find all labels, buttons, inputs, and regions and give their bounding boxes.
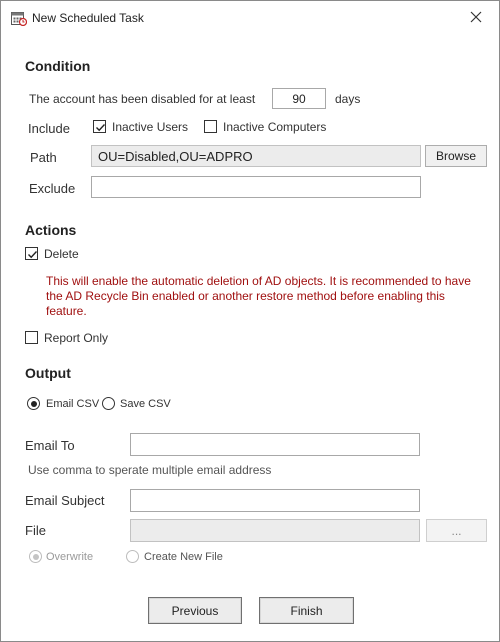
delete-warning-text: This will enable the automatic deletion … [46, 274, 471, 318]
overwrite-radio[interactable] [29, 550, 42, 563]
exclude-field[interactable] [91, 176, 421, 198]
create-new-file-radio[interactable] [126, 550, 139, 563]
report-only-label: Report Only [44, 331, 109, 345]
actions-heading: Actions [25, 222, 77, 238]
path-field[interactable]: OU=Disabled,OU=ADPRO [91, 145, 421, 167]
inactive-users-checkbox[interactable] [93, 120, 106, 133]
calendar-clock-icon [11, 11, 28, 27]
path-label: Path [30, 150, 57, 165]
overwrite-label: Overwrite [46, 551, 94, 563]
dialog-window: New Scheduled Task Condition The account… [0, 0, 500, 642]
delete-label: Delete [44, 247, 79, 261]
email-subject-label: Email Subject [25, 493, 105, 508]
finish-button[interactable]: Finish [259, 597, 354, 624]
inactive-computers-label: Inactive Computers [223, 120, 327, 134]
email-to-field[interactable] [130, 433, 420, 456]
include-label: Include [28, 121, 70, 136]
file-browse-button[interactable]: ... [426, 519, 487, 542]
email-to-label: Email To [25, 438, 75, 453]
file-label: File [25, 523, 46, 538]
email-csv-radio[interactable] [27, 397, 40, 410]
previous-button[interactable]: Previous [148, 597, 242, 624]
create-new-file-label: Create New File [144, 551, 223, 563]
inactive-computers-checkbox[interactable] [204, 120, 217, 133]
save-csv-label: Save CSV [120, 398, 171, 410]
checkmark-icon [28, 251, 38, 259]
email-subject-field[interactable] [130, 489, 420, 512]
save-csv-radio[interactable] [102, 397, 115, 410]
inactive-users-label: Inactive Users [112, 120, 189, 134]
delete-checkbox[interactable] [25, 247, 38, 260]
close-button[interactable] [463, 7, 489, 31]
condition-heading: Condition [25, 58, 91, 74]
output-heading: Output [25, 365, 71, 381]
browse-button[interactable]: Browse [425, 145, 487, 167]
report-only-checkbox[interactable] [25, 331, 38, 344]
email-hint-text: Use comma to sperate multiple email addr… [28, 463, 272, 477]
file-field[interactable] [130, 519, 420, 542]
close-icon [470, 10, 482, 28]
days-suffix-label: days [335, 92, 361, 106]
exclude-label: Exclude [29, 181, 76, 196]
checkmark-icon [96, 124, 106, 132]
days-input[interactable]: 90 [272, 88, 326, 109]
window-title: New Scheduled Task [32, 11, 144, 25]
email-csv-label: Email CSV [46, 398, 100, 410]
title-bar: New Scheduled Task [1, 1, 499, 37]
disabled-days-label: The account has been disabled for at lea… [29, 92, 256, 106]
